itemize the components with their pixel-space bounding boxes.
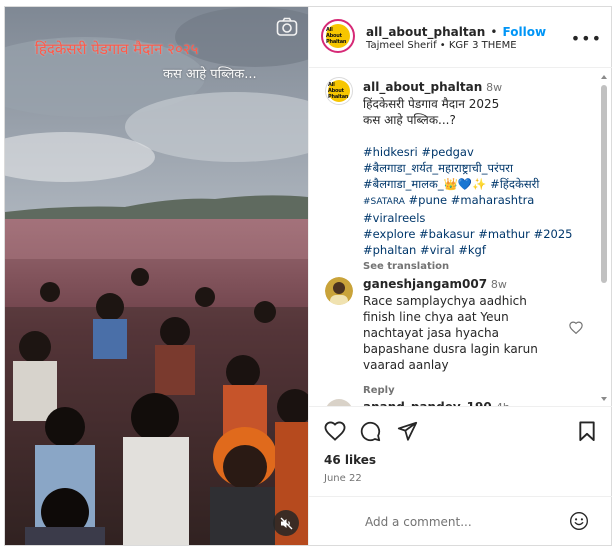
reply-button[interactable]: Reply [363, 383, 563, 399]
scroll-up-arrow-icon[interactable] [600, 73, 608, 81]
comment-time: 8w [490, 278, 507, 291]
comments-scrollbar[interactable] [600, 73, 608, 403]
post-video[interactable]: हिंदकेसरी पेडगाव मैदान २०२५ कस आहे पब्लि… [5, 7, 308, 545]
commenter-photo [325, 277, 353, 305]
avatar-logo-text: All About Phaltan [326, 27, 347, 45]
crowd-photo [5, 7, 308, 545]
author-username[interactable]: all_about_phaltan [366, 25, 485, 39]
comment-item: ganeshjangam007 8w Race samplaychya aadh… [363, 276, 563, 399]
comment-like-icon[interactable] [569, 319, 583, 338]
comment2-avatar[interactable] [325, 399, 353, 406]
audio-info[interactable]: Tajmeel Sherif • KGF 3 THEME [366, 40, 517, 51]
scroll-down-arrow-icon[interactable] [600, 395, 608, 403]
post-actions: 46 likes June 22 [309, 406, 612, 497]
caption-avatar-text: All About Phaltan [328, 82, 349, 100]
hashtags-line-2[interactable]: #बैलगाडा_शर्यत_महाराष्ट्राची_परंपरा [363, 160, 595, 176]
post-caption: all_about_phaltan 8w हिंदकेसरी पेडगाव मै… [363, 79, 595, 275]
mute-button[interactable] [273, 510, 299, 536]
comment-bubble-icon[interactable] [360, 421, 381, 442]
share-send-icon[interactable] [397, 421, 418, 442]
scrollbar-thumb[interactable] [601, 85, 607, 283]
hashtags-line-1[interactable]: #hidkesri #pedgav [363, 144, 595, 160]
caption-line-2: कस आहे पब्लिक...? [363, 113, 456, 127]
comment-input[interactable]: Add a comment... [365, 515, 472, 529]
hashtag-satara[interactable]: #SATARA [363, 197, 405, 207]
follow-button[interactable]: Follow [503, 25, 547, 39]
instagram-post: हिंदकेसरी पेडगाव मैदान २०२५ कस आहे पब्लि… [4, 6, 612, 546]
hashtags-line-5[interactable]: #explore #bakasur #mathur #2025 [363, 226, 595, 242]
hashtags-line-3[interactable]: #बैलगाडा_मालक_👑💙✨ #हिंदकेसरी [363, 176, 595, 192]
caption-line-1: हिंदकेसरी पेडगाव मैदान 2025 [363, 97, 500, 111]
hashtags-line-4[interactable]: #SATARA #pune #maharashtra #viralreels [363, 192, 595, 226]
like-count[interactable]: 46 likes [324, 453, 376, 467]
see-translation-link[interactable]: See translation [363, 259, 595, 275]
caption-username[interactable]: all_about_phaltan [363, 80, 482, 94]
post-side-panel: All About Phaltan all_about_phaltan • Fo… [308, 7, 612, 545]
comment-text: Race samplaychya aadhich finish line chy… [363, 294, 538, 372]
camera-icon [276, 17, 298, 37]
hashtags-line-6[interactable]: #phaltan #viral #kgf [363, 242, 595, 258]
post-date[interactable]: June 22 [324, 473, 362, 484]
overlay-subtitle: कस आहे पब्लिक... [163, 67, 257, 82]
speaker-muted-icon [280, 517, 292, 529]
like-heart-icon[interactable] [324, 421, 346, 441]
save-bookmark-icon[interactable] [578, 421, 596, 442]
separator-dot: • [490, 25, 498, 39]
overlay-title: हिंदकेसरी पेडगाव मैदान २०२५ [35, 40, 199, 58]
comments-scroll-area[interactable]: All About Phaltan all_about_phaltan 8w ह… [309, 68, 612, 406]
caption-time: 8w [486, 81, 503, 94]
comment-avatar[interactable] [325, 277, 353, 305]
comment-username[interactable]: ganeshjangam007 [363, 277, 487, 291]
post-header: All About Phaltan all_about_phaltan • Fo… [309, 7, 612, 68]
emoji-icon[interactable] [569, 511, 589, 531]
add-comment-bar: Add a comment... [309, 496, 612, 546]
author-avatar[interactable]: All About Phaltan [321, 19, 355, 53]
caption-avatar[interactable]: All About Phaltan [325, 77, 353, 105]
more-options-icon[interactable]: ••• [571, 29, 602, 48]
